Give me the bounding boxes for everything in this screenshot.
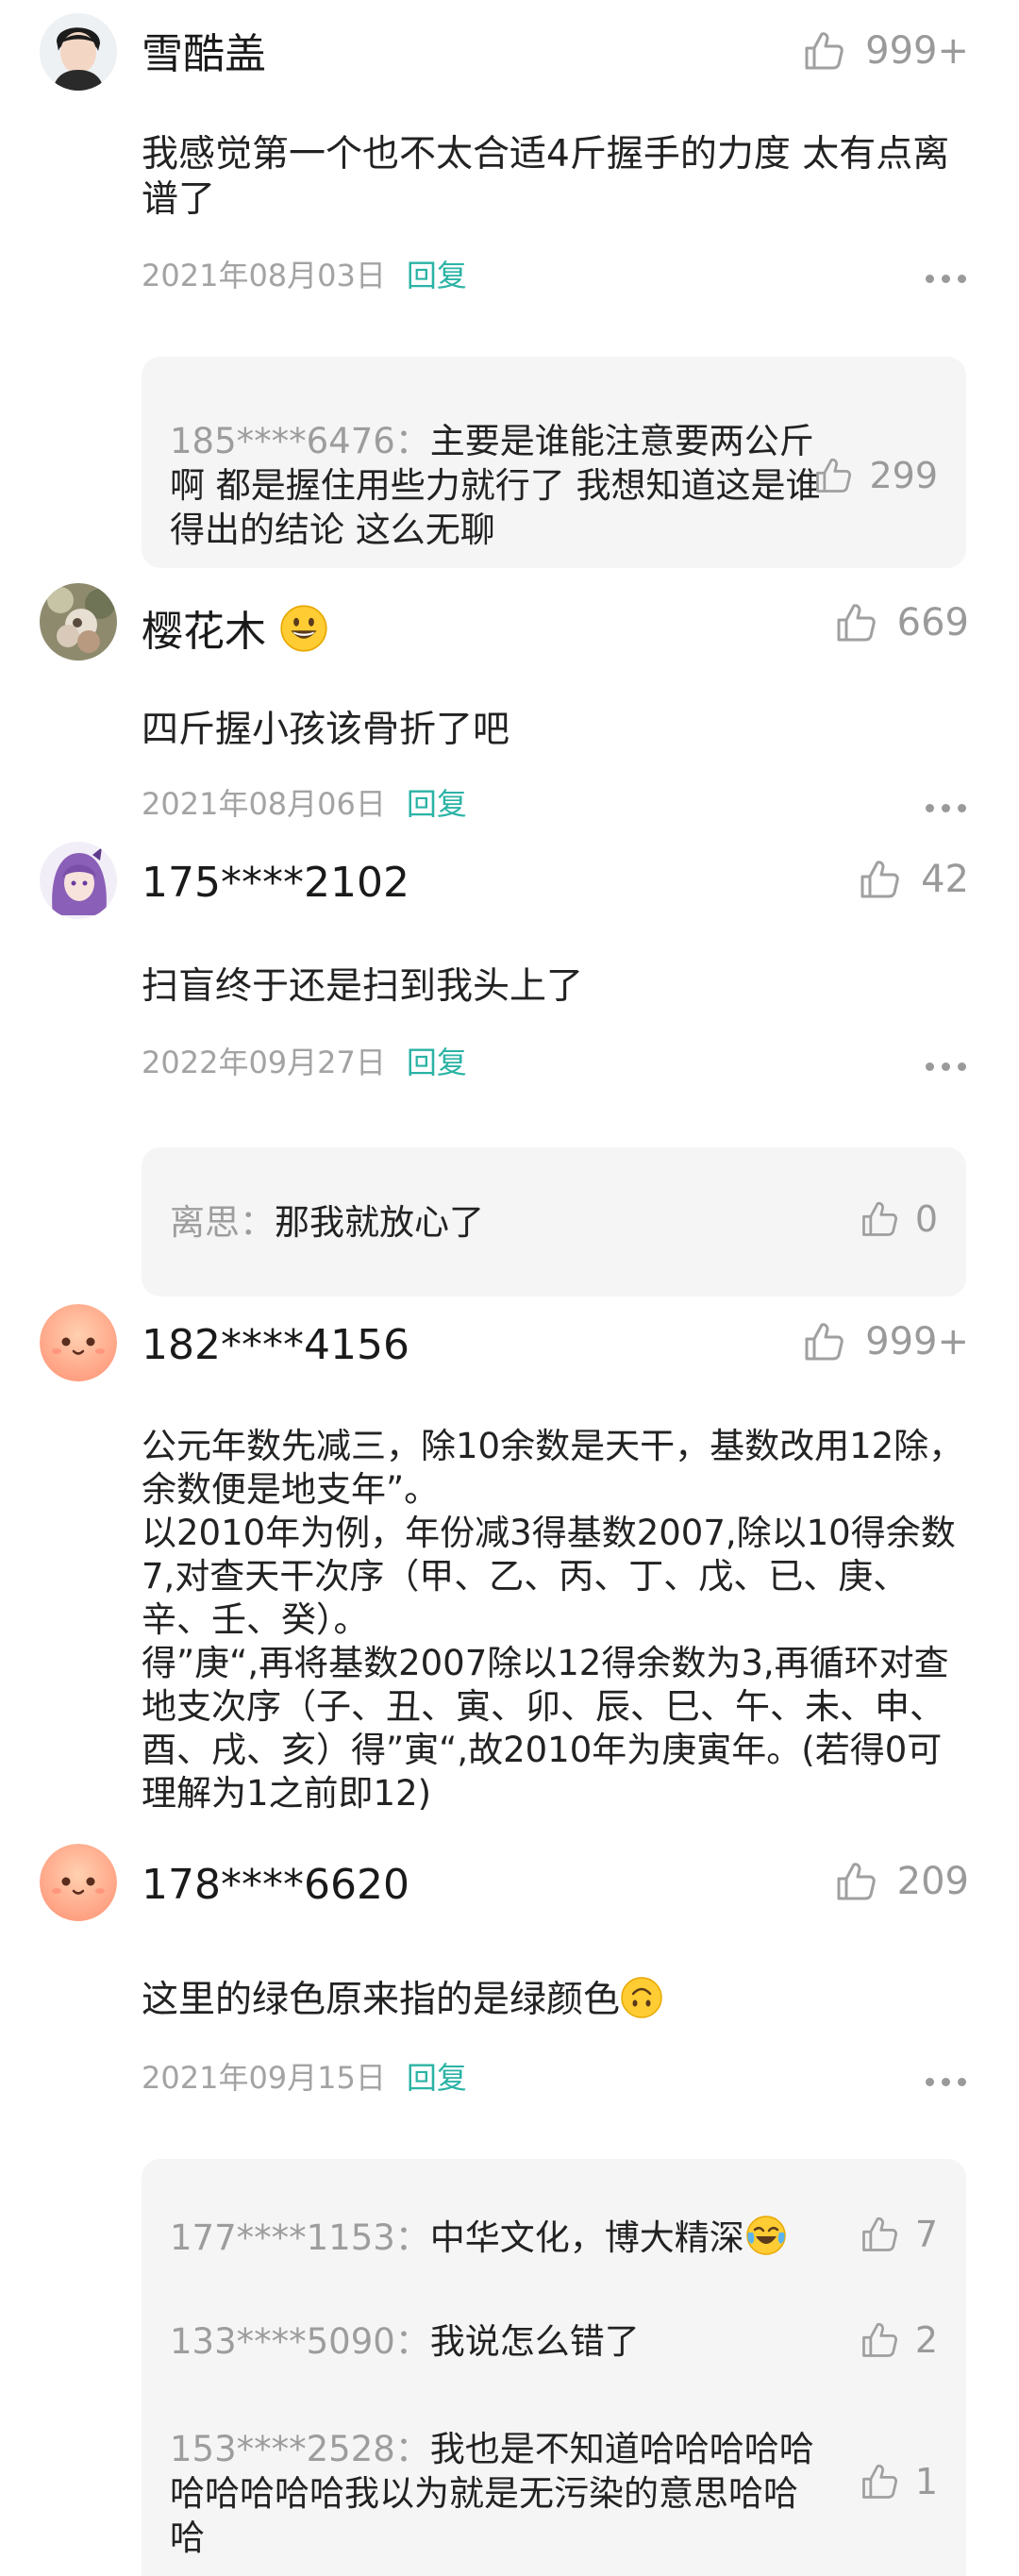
reply-like-button[interactable]: 7 xyxy=(859,2214,938,2255)
reply-item[interactable]: 153****2528：我也是不知道哈哈哈哈哈哈哈哈哈哈我以为就是无污染的意思哈… xyxy=(170,2427,938,2560)
like-button[interactable]: 669 xyxy=(833,594,969,651)
comment-text: 公元年数先减三，除10余数是天干，基数改用12除，余数便是地支年”。 以2010… xyxy=(142,1426,964,1814)
username[interactable]: 175****2102 xyxy=(142,862,409,904)
reply-item[interactable]: 177****1153：中华文化，博大精深 7 xyxy=(170,2214,938,2260)
like-button[interactable]: 999+ xyxy=(801,1313,969,1370)
reply-box: 177****1153：中华文化，博大精深 7 133****5090：我说怎么… xyxy=(142,2159,966,2576)
reply-link[interactable]: 回复 xyxy=(407,789,467,819)
comment-meta: 2022年09月27日 回复 xyxy=(142,1047,467,1078)
like-count: 999+ xyxy=(865,29,969,73)
reply-link[interactable]: 回复 xyxy=(407,1047,467,1078)
comment-meta: 2021年08月06日 回复 xyxy=(142,789,467,819)
reply-author[interactable]: 离思： xyxy=(170,1202,275,1243)
username[interactable]: 樱花木 xyxy=(142,604,328,653)
reply-like-button[interactable]: 0 xyxy=(859,1198,938,1240)
avatar[interactable] xyxy=(40,1844,117,1921)
thumbs-up-icon xyxy=(801,28,846,74)
reply-item[interactable]: 185****6476：主要是谁能注意要两公斤啊 都是握住用些力就行了 我想知道… xyxy=(170,419,938,552)
comment-date: 2021年08月06日 xyxy=(142,786,386,822)
like-count: 999+ xyxy=(865,1320,969,1363)
comment-date: 2021年09月15日 xyxy=(142,2060,386,2096)
comment-text: 我感觉第一个也不太合适4斤握手的力度 太有点离谱了 xyxy=(142,133,950,221)
comment-text: 扫盲终于还是扫到我头上了 xyxy=(142,965,584,1008)
reply-author[interactable]: 177****1153： xyxy=(170,2217,430,2258)
like-button[interactable]: 42 xyxy=(857,851,969,908)
thumbs-up-icon xyxy=(833,600,878,645)
thumbs-up-icon xyxy=(833,1859,878,1904)
thumbs-up-icon xyxy=(859,1198,900,1240)
thumbs-up-icon xyxy=(857,857,902,902)
like-count: 669 xyxy=(896,601,969,644)
avatar[interactable] xyxy=(40,583,117,661)
thumbs-up-icon xyxy=(801,1319,846,1364)
reply-box: 离思：那我就放心了 0 xyxy=(142,1147,966,1296)
avatar[interactable] xyxy=(40,1304,117,1381)
comment-meta: 2021年08月03日 回复 xyxy=(142,260,467,291)
comment-text: 四斤握小孩该骨折了吧 xyxy=(142,709,510,751)
reply-like-count: 299 xyxy=(869,455,938,496)
like-count: 209 xyxy=(896,1860,969,1903)
reply-author[interactable]: 133****5090： xyxy=(170,2321,430,2362)
like-button[interactable]: 209 xyxy=(833,1853,969,1910)
avatar[interactable] xyxy=(40,842,117,919)
reply-text: 那我就放心了 xyxy=(275,1202,484,1243)
username[interactable]: 182****4156 xyxy=(142,1325,409,1366)
username[interactable]: 178****6620 xyxy=(142,1865,409,1906)
thumbs-up-icon xyxy=(859,2461,900,2502)
username[interactable]: 雪酷盖 xyxy=(142,34,266,75)
more-options-icon[interactable] xyxy=(926,275,966,283)
avatar[interactable] xyxy=(40,13,117,91)
like-button[interactable]: 999+ xyxy=(801,23,969,79)
reply-like-button[interactable]: 2 xyxy=(859,2319,938,2361)
reply-author[interactable]: 153****2528： xyxy=(170,2429,430,2469)
reply-like-button[interactable]: 1 xyxy=(859,2461,938,2502)
grinning-face-icon xyxy=(280,605,327,652)
upside-down-face-icon xyxy=(621,1977,662,2018)
reply-link[interactable]: 回复 xyxy=(407,2063,467,2093)
comment-text: 这里的绿色原来指的是绿颜色 xyxy=(142,1976,972,2023)
reply-author[interactable]: 185****6476： xyxy=(170,421,430,461)
more-options-icon[interactable] xyxy=(926,804,966,812)
reply-like-button[interactable]: 299 xyxy=(812,455,938,496)
reply-link[interactable]: 回复 xyxy=(407,260,467,291)
like-count: 42 xyxy=(921,858,969,901)
thumbs-up-icon xyxy=(812,455,854,496)
thumbs-up-icon xyxy=(859,2319,900,2361)
reply-text: 我说怎么错了 xyxy=(429,2321,640,2362)
reply-text: 中华文化，博大精深 xyxy=(429,2217,744,2258)
reply-item[interactable]: 离思：那我就放心了 0 xyxy=(170,1200,938,1245)
comment-date: 2022年09月27日 xyxy=(142,1045,386,1080)
reply-like-count: 2 xyxy=(914,2319,938,2361)
reply-like-count: 1 xyxy=(914,2461,938,2502)
reply-like-count: 0 xyxy=(914,1198,938,1240)
reply-like-count: 7 xyxy=(914,2214,938,2255)
comment-meta: 2021年09月15日 回复 xyxy=(142,2063,467,2093)
tears-of-joy-face-icon xyxy=(746,2216,786,2255)
reply-item[interactable]: 133****5090：我说怎么错了 2 xyxy=(170,2319,938,2364)
more-options-icon[interactable] xyxy=(926,2078,966,2086)
reply-box: 185****6476：主要是谁能注意要两公斤啊 都是握住用些力就行了 我想知道… xyxy=(142,357,966,568)
comment-date: 2021年08月03日 xyxy=(142,258,386,293)
thumbs-up-icon xyxy=(859,2214,900,2255)
more-options-icon[interactable] xyxy=(926,1062,966,1071)
